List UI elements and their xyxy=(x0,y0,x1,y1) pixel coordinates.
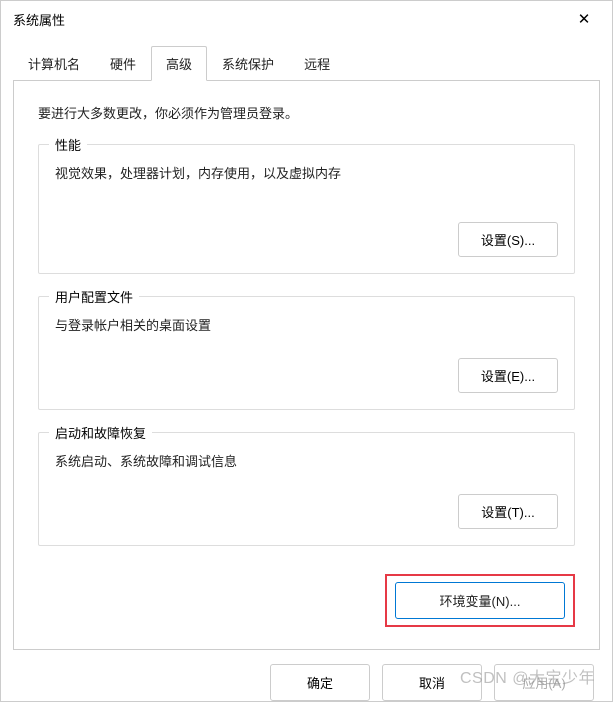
tab-remote[interactable]: 远程 xyxy=(289,46,345,81)
user-profiles-legend: 用户配置文件 xyxy=(49,287,139,306)
dialog-title: 系统属性 xyxy=(13,10,65,29)
startup-btn-row: 设置(T)... xyxy=(55,494,558,529)
env-vars-highlight: 环境变量(N)... xyxy=(385,574,575,627)
groupbox-startup: 启动和故障恢复 系统启动、系统故障和调试信息 设置(T)... xyxy=(38,432,575,546)
system-properties-dialog: 系统属性 ✕ 计算机名 硬件 高级 系统保护 远程 要进行大多数更改，你必须作为… xyxy=(0,0,613,702)
tab-computer-name[interactable]: 计算机名 xyxy=(13,46,95,81)
ok-button[interactable]: 确定 xyxy=(270,664,370,701)
tab-advanced[interactable]: 高级 xyxy=(151,46,207,81)
close-icon: ✕ xyxy=(578,10,591,28)
user-profiles-desc: 与登录帐户相关的桌面设置 xyxy=(55,315,558,334)
dialog-footer: 确定 取消 应用(A) xyxy=(1,650,612,715)
admin-notice: 要进行大多数更改，你必须作为管理员登录。 xyxy=(38,103,575,122)
tab-container: 计算机名 硬件 高级 系统保护 远程 要进行大多数更改，你必须作为管理员登录。 … xyxy=(1,37,612,650)
cancel-button[interactable]: 取消 xyxy=(382,664,482,701)
groupbox-performance: 性能 视觉效果，处理器计划，内存使用，以及虚拟内存 设置(S)... xyxy=(38,144,575,274)
performance-btn-row: 设置(S)... xyxy=(55,222,558,257)
env-vars-row: 环境变量(N)... xyxy=(38,574,575,627)
performance-settings-button[interactable]: 设置(S)... xyxy=(458,222,558,257)
performance-desc: 视觉效果，处理器计划，内存使用，以及虚拟内存 xyxy=(55,163,558,182)
environment-variables-button[interactable]: 环境变量(N)... xyxy=(395,582,565,619)
groupbox-user-profiles: 用户配置文件 与登录帐户相关的桌面设置 设置(E)... xyxy=(38,296,575,410)
tabs: 计算机名 硬件 高级 系统保护 远程 xyxy=(13,45,600,80)
startup-desc: 系统启动、系统故障和调试信息 xyxy=(55,451,558,470)
close-button[interactable]: ✕ xyxy=(568,7,600,31)
titlebar: 系统属性 ✕ xyxy=(1,1,612,37)
startup-legend: 启动和故障恢复 xyxy=(49,423,152,442)
tab-panel-advanced: 要进行大多数更改，你必须作为管理员登录。 性能 视觉效果，处理器计划，内存使用，… xyxy=(13,80,600,650)
performance-legend: 性能 xyxy=(49,135,87,154)
apply-button[interactable]: 应用(A) xyxy=(494,664,594,701)
startup-settings-button[interactable]: 设置(T)... xyxy=(458,494,558,529)
tab-hardware[interactable]: 硬件 xyxy=(95,46,151,81)
user-profiles-btn-row: 设置(E)... xyxy=(55,358,558,393)
user-profiles-settings-button[interactable]: 设置(E)... xyxy=(458,358,558,393)
tab-system-protection[interactable]: 系统保护 xyxy=(207,46,289,81)
